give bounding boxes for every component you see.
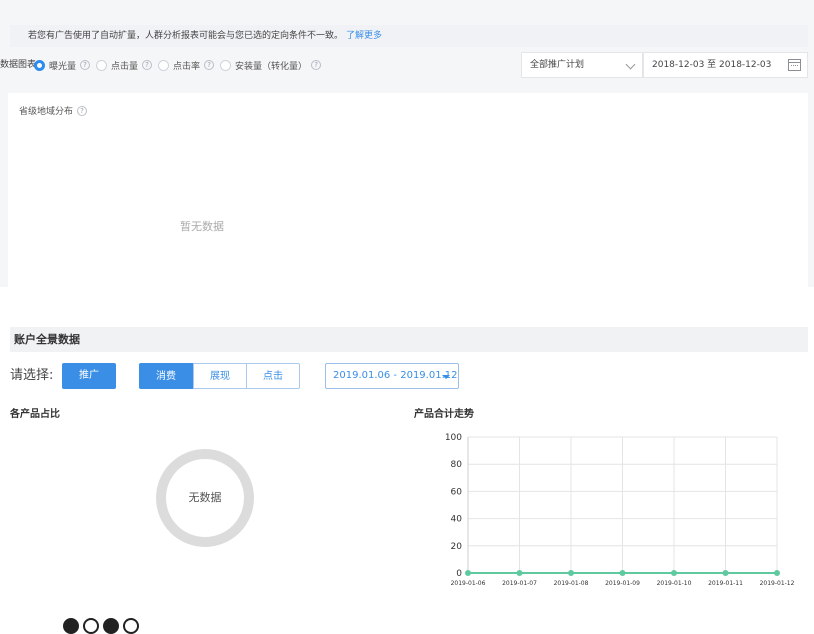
week-date-select[interactable]: 2019.01.06 - 2019.01.12 (325, 363, 459, 389)
data-point (619, 570, 626, 576)
metric-impressions[interactable]: 曝光量 ? (34, 59, 91, 72)
x-tick-label: 2019-01-07 (502, 580, 537, 587)
auto-expansion-notice: 若您有广告使用了自动扩量，人群分析报表可能会与您已选的定向条件不一致。 了解更多 (10, 25, 808, 47)
tab-clicks[interactable]: 点击 (246, 363, 300, 389)
metric-label: 曝光量 (49, 61, 77, 72)
metric-label: 安装量（转化量） (235, 61, 308, 72)
data-point (722, 570, 729, 576)
y-tick-label: 80 (451, 460, 463, 470)
select-label: 请选择: (10, 368, 54, 383)
caret-down-icon (442, 375, 450, 379)
y-tick-label: 20 (451, 542, 463, 552)
pager-dot[interactable] (83, 618, 99, 634)
campaign-plan-select[interactable]: 全部推广计划 (521, 52, 643, 78)
data-point (671, 570, 677, 576)
tab-impressions[interactable]: 展现 (193, 363, 247, 389)
notice-text: 若您有广告使用了自动扩量，人群分析报表可能会与您已选的定向条件不一致。 (28, 31, 344, 41)
x-tick-label: 2019-01-12 (760, 580, 795, 587)
pager-dot[interactable] (123, 618, 139, 634)
map-title-text: 省级地域分布 (19, 107, 74, 117)
no-data-text: 暂无数据 (180, 220, 224, 233)
radio-icon[interactable] (220, 59, 232, 71)
help-icon[interactable]: ? (77, 105, 88, 116)
province-distribution-title: 省级地域分布 ? (19, 104, 88, 117)
help-icon[interactable]: ? (204, 60, 215, 70)
data-point (568, 570, 574, 576)
data-point (465, 570, 471, 576)
week-date-value: 2019.01.06 - 2019.01.12 (333, 370, 458, 381)
product-trend-title: 产品合计走势 (414, 409, 474, 420)
x-tick-label: 2019-01-11 (708, 580, 743, 587)
x-tick-label: 2019-01-06 (451, 580, 486, 587)
product-trend-line-chart: 0 20 40 60 80 100 2019-01-06 2019-01-07 2019-01-… (445, 433, 795, 587)
data-point (774, 570, 780, 576)
product-share-title: 各产品占比 (10, 409, 60, 420)
audience-report-panel: 若您有广告使用了自动扩量，人群分析报表可能会与您已选的定向条件不一致。 了解更多 … (0, 0, 814, 287)
help-icon[interactable]: ? (142, 60, 153, 70)
y-tick-label: 60 (451, 487, 463, 497)
account-select-row: 请选择: 推广 消费 展现 点击 2019.01.06 - 2019.01.12 (10, 363, 808, 389)
y-tick-label: 40 (451, 515, 463, 525)
account-overview-header: 账户全景数据 (10, 327, 808, 352)
y-tick-label: 0 (456, 569, 462, 579)
product-share-donut: 无数据 (155, 448, 255, 548)
plan-select-value: 全部推广计划 (530, 60, 585, 70)
y-tick-label: 100 (445, 433, 462, 443)
donut-empty-text: 无数据 (188, 491, 222, 504)
learn-more-link[interactable]: 了解更多 (346, 31, 382, 41)
data-chart-label: 数据图表 (0, 60, 37, 70)
help-icon[interactable]: ? (311, 60, 322, 70)
x-tick-label: 2019-01-08 (554, 580, 589, 587)
promotion-button[interactable]: 推广 (62, 363, 116, 389)
pager-dot[interactable] (103, 618, 119, 634)
x-tick-label: 2019-01-10 (657, 580, 692, 587)
metric-radio-group: 曝光量 ? 点击量 ? 点击率 ? 安装量（转化量） ? (34, 52, 327, 78)
x-tick-label: 2019-01-09 (605, 580, 640, 587)
metric-label: 点击量 (111, 61, 139, 72)
province-distribution-card: 省级地域分布 ? 暂无数据 (8, 93, 808, 287)
carousel-pager (63, 618, 143, 634)
radio-icon[interactable] (34, 59, 45, 71)
date-range-picker[interactable]: 2018-12-03 至 2018-12-03 (643, 52, 808, 78)
pager-dot[interactable] (63, 618, 79, 634)
metric-ctr[interactable]: 点击率 ? (158, 59, 215, 72)
help-icon[interactable]: ? (80, 60, 91, 70)
radio-icon[interactable] (158, 59, 170, 71)
radio-icon[interactable] (96, 59, 108, 71)
metric-installs[interactable]: 安装量（转化量） ? (220, 59, 322, 72)
data-point (516, 570, 523, 576)
tab-cost[interactable]: 消费 (139, 363, 193, 389)
chevron-down-icon (625, 59, 636, 70)
calendar-icon[interactable] (788, 59, 801, 71)
metric-clicks[interactable]: 点击量 ? (96, 59, 153, 72)
metric-label: 点击率 (173, 61, 201, 72)
date-range-value: 2018-12-03 至 2018-12-03 (652, 60, 772, 70)
